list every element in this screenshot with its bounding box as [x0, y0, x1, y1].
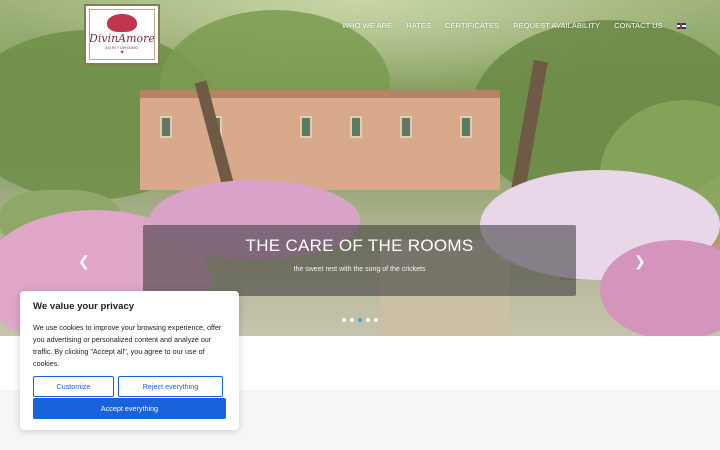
slider-dots [342, 318, 382, 322]
nav-request-availability[interactable]: REQUEST AVAILABILITY [513, 21, 600, 30]
customize-button[interactable]: Customize [33, 376, 114, 397]
cookie-text: We use cookies to improve your browsing … [33, 323, 222, 368]
main-nav: WHO WE ARE RATES CERTIFICATES REQUEST AV… [342, 21, 686, 30]
window [160, 116, 172, 138]
logo-frame [89, 9, 155, 60]
nav-contact-us[interactable]: CONTACT US [614, 21, 663, 30]
slider-dot-2[interactable] [350, 318, 354, 322]
farmhouse-building [140, 90, 500, 190]
site-logo[interactable]: DivinAmore AGRITURISMO ♥ [84, 4, 160, 65]
chevron-left-icon[interactable]: ❮ [78, 254, 90, 268]
slide-subtitle: the sweet rest with the song of the cric… [293, 266, 426, 273]
slider-dot-1[interactable] [342, 318, 346, 322]
nav-rates[interactable]: RATES [406, 21, 431, 30]
accept-button[interactable]: Accept everything [33, 398, 226, 419]
slider-dot-4[interactable] [366, 318, 370, 322]
slider-dot-5[interactable] [374, 318, 378, 322]
window [400, 116, 412, 138]
slide-caption: THE CARE OF THE ROOMS the sweet rest wit… [143, 225, 576, 296]
reject-button[interactable]: Reject everything [118, 376, 223, 397]
window [460, 116, 472, 138]
window [350, 116, 362, 138]
slider-dot-3[interactable] [358, 318, 362, 322]
cookie-button-row: Customize Reject everything [33, 376, 223, 397]
slide-title: THE CARE OF THE ROOMS [245, 236, 474, 255]
chevron-right-icon[interactable]: ❯ [634, 254, 646, 268]
nav-who-we-are[interactable]: WHO WE ARE [342, 21, 392, 30]
cookie-title: We value your privacy [33, 301, 135, 312]
cookie-consent-dialog: We value your privacy We use cookies to … [20, 291, 239, 430]
english-flag-icon[interactable] [676, 22, 686, 29]
window [300, 116, 312, 138]
nav-certificates[interactable]: CERTIFICATES [445, 21, 499, 30]
